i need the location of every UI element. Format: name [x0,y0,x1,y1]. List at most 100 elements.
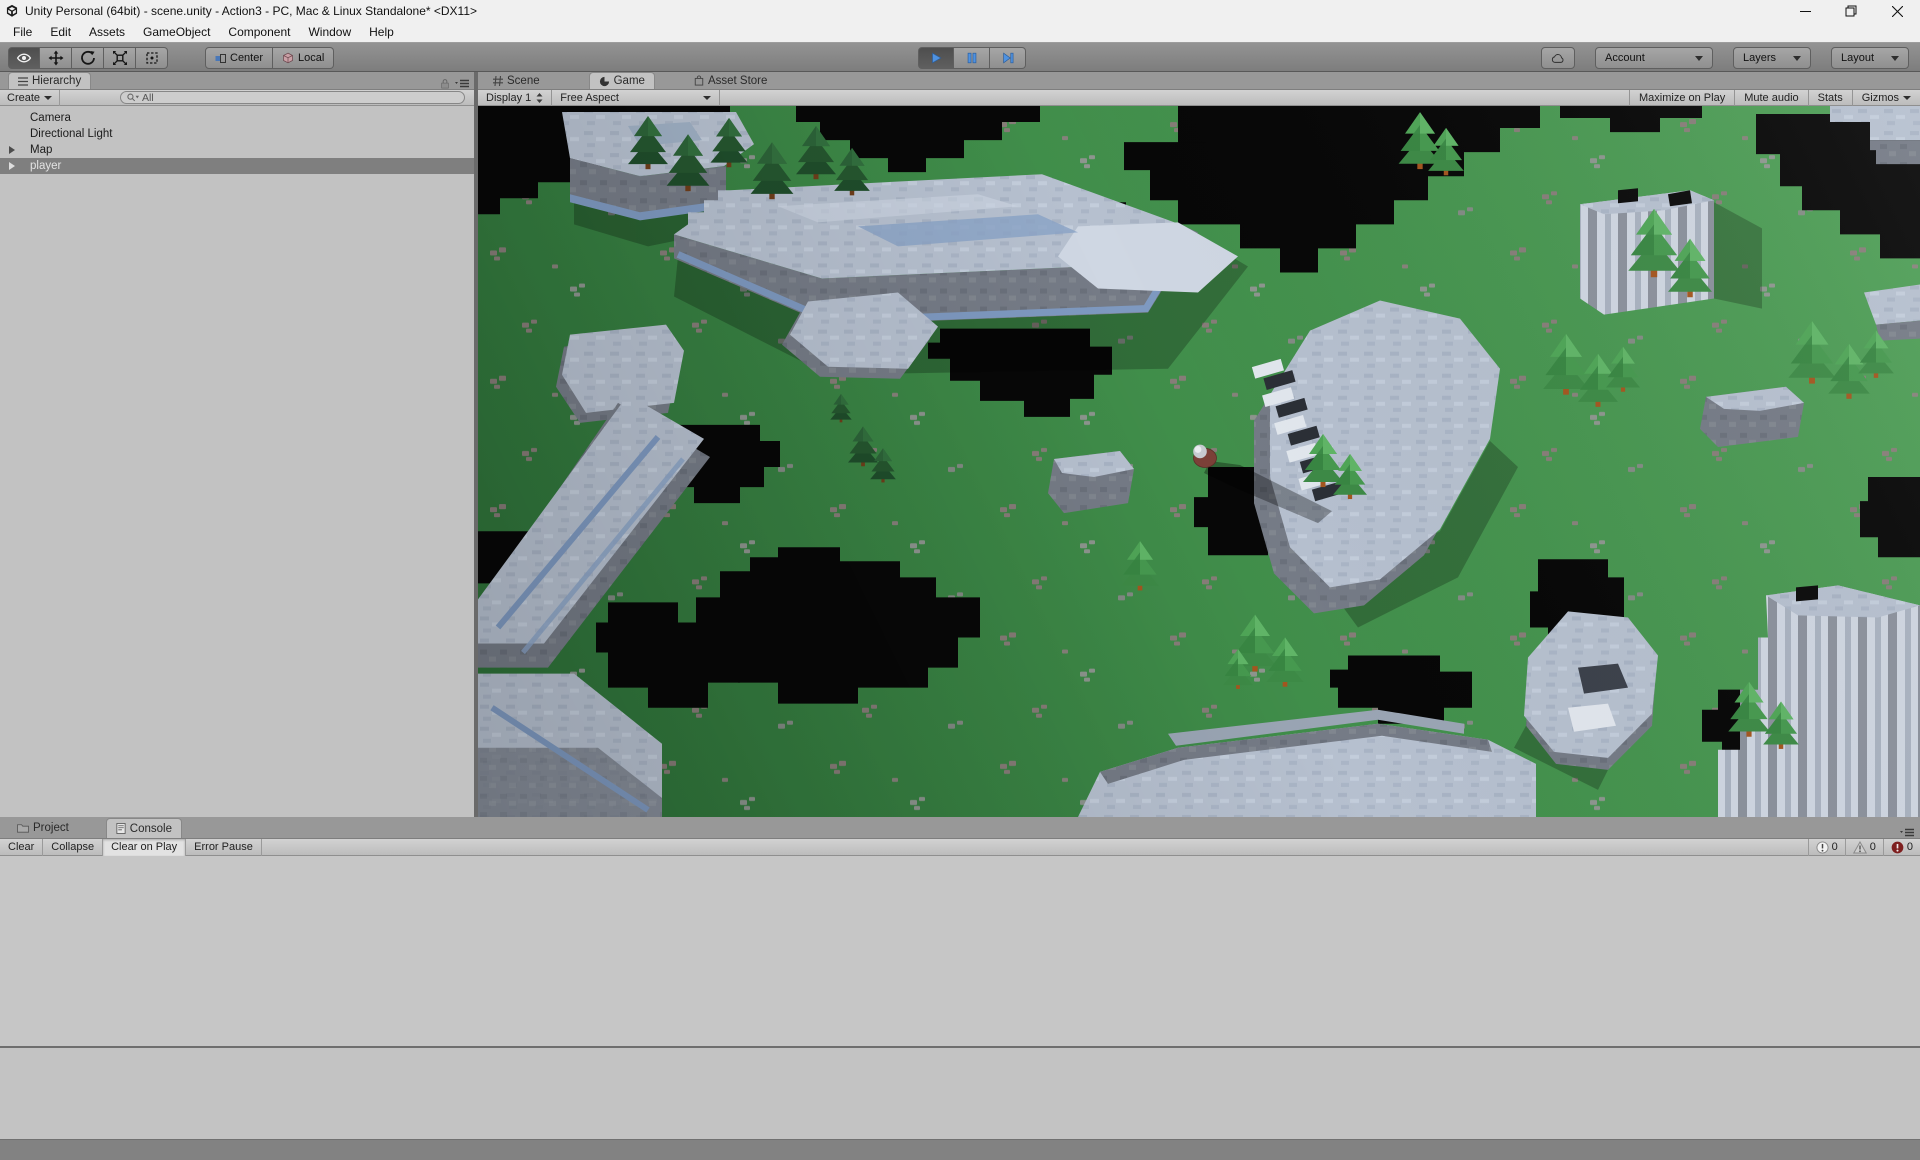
chevron-down-icon [1695,56,1703,61]
tab-console[interactable]: Console [106,818,182,838]
chevron-down-icon [703,96,711,100]
layout-dropdown[interactable]: Layout [1831,47,1909,69]
game-area: Scene Game Asset Store Display 1 Free As… [478,72,1920,817]
menu-bar: File Edit Assets GameObject Component Wi… [0,22,1920,42]
step-button[interactable] [990,47,1026,69]
menu-component[interactable]: Component [219,23,299,41]
restore-button[interactable] [1828,0,1874,22]
account-dropdown[interactable]: Account [1595,47,1713,69]
rotate-tool-button[interactable] [72,47,104,69]
console-panel: Project Console Clear Collapse Clear on … [0,817,1920,1139]
collapse-toggle[interactable]: Collapse [43,839,103,856]
console-doc-icon [116,823,126,834]
status-bar [0,1139,1920,1160]
chevron-down-icon [1903,96,1911,100]
window-title: Unity Personal (64bit) - scene.unity - A… [25,4,477,18]
game-viewport[interactable] [478,106,1920,817]
hierarchy-toolbar: Create All [0,90,474,106]
mute-audio-toggle[interactable]: Mute audio [1734,90,1807,106]
error-pause-toggle[interactable]: Error Pause [186,839,262,856]
play-button[interactable] [918,47,954,69]
hierarchy-list: Camera Directional Light Map player [0,106,474,817]
game-view-toolbar: Display 1 Free Aspect Maximize on Play M… [478,90,1920,106]
hierarchy-item-map[interactable]: Map [0,142,474,158]
tab-scene[interactable]: Scene [484,72,549,89]
scale-icon [112,50,128,66]
console-toolbar: Clear Collapse Clear on Play Error Pause… [0,839,1920,856]
scene-grid-icon [493,76,503,86]
pause-icon [965,51,979,65]
warning-count-toggle[interactable]: 0 [1845,839,1883,856]
info-icon [1816,841,1829,854]
tab-asset-store[interactable]: Asset Store [685,72,776,89]
updown-arrows-icon [536,93,543,103]
cloud-icon [1551,52,1565,65]
hierarchy-item-directional-light[interactable]: Directional Light [0,126,474,142]
search-filter-label: All [142,92,154,104]
menu-help[interactable]: Help [360,23,403,41]
folder-icon [17,823,29,833]
aspect-dropdown[interactable]: Free Aspect [552,90,720,106]
panel-menu-icon[interactable] [455,79,469,89]
tab-project[interactable]: Project [8,818,78,838]
tab-game[interactable]: Game [589,72,655,89]
info-count-toggle[interactable]: 0 [1808,839,1845,856]
panel-menu-icon[interactable] [1900,828,1914,838]
hierarchy-item-player[interactable]: player [0,158,474,174]
play-icon [929,51,943,65]
unity-logo-icon [5,4,19,18]
menu-gameobject[interactable]: GameObject [134,23,219,41]
rect-tool-button[interactable] [136,47,168,69]
search-input[interactable]: All [120,91,465,104]
pause-button[interactable] [954,47,990,69]
chevron-down-icon [1793,56,1801,61]
main-toolbar: Center Local [0,42,1920,72]
pivot-center-button[interactable]: Center [205,47,273,69]
menu-file[interactable]: File [4,23,41,41]
scale-tool-button[interactable] [104,47,136,69]
rect-tool-icon [144,50,160,66]
create-button[interactable]: Create [0,90,60,106]
game-icon [599,76,610,87]
menu-edit[interactable]: Edit [41,23,80,41]
lock-icon[interactable] [440,78,450,89]
hierarchy-item-camera[interactable]: Camera [0,110,474,126]
stats-toggle[interactable]: Stats [1808,90,1852,106]
shopping-bag-icon [694,75,704,86]
menu-window[interactable]: Window [299,23,360,41]
move-tool-button[interactable] [40,47,72,69]
expand-arrow-icon[interactable] [9,162,15,170]
title-bar: Unity Personal (64bit) - scene.unity - A… [0,0,1920,22]
clear-on-play-toggle[interactable]: Clear on Play [103,839,186,856]
chevron-down-icon [1891,56,1899,61]
hierarchy-tab-bar: Hierarchy [0,72,474,90]
clear-button[interactable]: Clear [0,839,43,856]
close-button[interactable] [1874,0,1920,22]
move-icon [48,50,64,66]
game-scene [478,106,1920,817]
step-icon [1001,51,1015,65]
display-dropdown[interactable]: Display 1 [478,90,552,106]
tab-hierarchy[interactable]: Hierarchy [8,72,91,89]
minimize-button[interactable] [1782,0,1828,22]
rotation-local-button[interactable]: Local [273,47,334,69]
error-icon [1891,841,1904,854]
console-log-list[interactable] [0,856,1920,1046]
eye-icon [16,50,32,66]
chevron-down-icon [44,96,52,100]
hand-tool-button[interactable] [8,47,40,69]
search-icon [127,93,139,102]
gizmos-dropdown[interactable]: Gizmos [1852,90,1920,106]
error-count-toggle[interactable]: 0 [1883,839,1920,856]
hierarchy-panel: Hierarchy Create All Came [0,72,474,817]
cube-icon [282,52,294,64]
warning-icon [1853,841,1867,854]
console-detail-pane [0,1048,1920,1139]
maximize-on-play-toggle[interactable]: Maximize on Play [1629,90,1734,106]
cloud-button[interactable] [1541,47,1575,69]
layers-dropdown[interactable]: Layers [1733,47,1811,69]
rotate-icon [80,50,96,66]
menu-assets[interactable]: Assets [80,23,134,41]
view-tab-bar: Scene Game Asset Store [478,72,1920,90]
expand-arrow-icon[interactable] [9,146,15,154]
